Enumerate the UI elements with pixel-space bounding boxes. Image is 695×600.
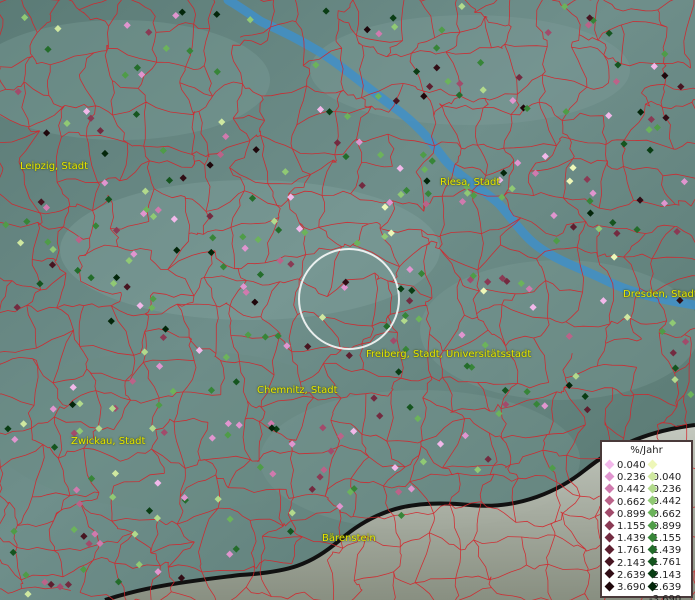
map-svg xyxy=(0,0,695,600)
legend-swatch xyxy=(647,544,658,555)
legend-label: 0.442 xyxy=(617,484,646,496)
legend-item-neg-5: -1.155 xyxy=(647,520,691,544)
legend-item-pos-10: 3.690 xyxy=(604,581,646,594)
legend-item-pos-3: 0.662 xyxy=(604,495,646,509)
legend-item-neg-9: -2.639 xyxy=(647,568,691,593)
legend-swatch xyxy=(647,471,658,482)
city-label-chemnitz: Chemnitz, Stadt xyxy=(257,385,338,396)
legend-swatch xyxy=(604,495,615,506)
city-label-barenstein: Bärenstein xyxy=(322,533,376,544)
legend-item-pos-9: 2.639 xyxy=(604,568,646,582)
legend-item-pos-2: 0.442 xyxy=(604,483,646,496)
legend-item-pos-4: 0.899 xyxy=(604,507,646,521)
legend-item-neg-7: -1.761 xyxy=(647,544,691,568)
legend-swatch xyxy=(604,556,615,567)
legend-item-pos-5: 1.155 xyxy=(604,520,646,533)
legend-item-pos-1: 0.236 xyxy=(604,471,646,484)
legend-label: 3.690 xyxy=(617,582,646,593)
legend-label: 1.439 xyxy=(617,533,646,545)
legend-swatch xyxy=(604,520,615,530)
legend-item-neg-2: -0.442 xyxy=(647,483,691,507)
legend-swatch xyxy=(647,520,658,530)
city-label-zwickau: Zwickau, Stadt xyxy=(71,436,146,447)
legend-swatch xyxy=(647,556,658,567)
legend-label: 1.761 xyxy=(617,545,646,557)
legend-swatch xyxy=(604,483,615,494)
legend-swatch xyxy=(604,581,615,591)
legend-swatch xyxy=(604,544,615,555)
legend-item-neg-3: -0.662 xyxy=(647,495,691,520)
city-label-leipzig: Leipzig, Stadt xyxy=(20,161,89,172)
legend-swatch xyxy=(604,459,615,469)
legend-label: 0.040 xyxy=(617,460,646,471)
city-label-freiberg: Freiberg, Stadt, Universitätsstadt xyxy=(366,349,532,360)
legend-label: 0.236 xyxy=(617,472,646,484)
legend-swatch xyxy=(647,495,658,506)
city-label-riesa: Riesa, Stadt xyxy=(440,177,501,188)
legend-item-neg-6: -1.439 xyxy=(647,532,691,556)
legend-item-neg-10: -3.690 xyxy=(647,581,691,600)
legend-swatch xyxy=(647,483,658,494)
legend-item-neg-1: -0.236 xyxy=(647,471,691,495)
legend-label: 1.155 xyxy=(617,521,646,532)
legend-panel: %/Jahr 0.040 0.236 0.442 0.662 0.899 1.155 1.4… xyxy=(600,440,693,600)
legend-item-pos-6: 1.439 xyxy=(604,532,646,545)
legend-swatch xyxy=(604,471,615,482)
legend-item-neg-8: -2.143 xyxy=(647,556,691,581)
legend-swatch xyxy=(604,532,615,543)
map-canvas[interactable]: Leipzig, Stadt Riesa, Stadt Dresden, Sta… xyxy=(0,0,695,600)
legend-swatch xyxy=(604,568,615,579)
legend-swatch xyxy=(647,568,658,579)
legend-swatch xyxy=(647,581,658,591)
legend-item-pos-7: 1.761 xyxy=(604,544,646,557)
legend-item-neg-0: -0.040 xyxy=(647,459,691,483)
legend-title: %/Jahr xyxy=(630,445,663,456)
legend-label: -3.690 xyxy=(649,594,682,600)
legend-swatch xyxy=(647,532,658,543)
legend-item-neg-4: -0.899 xyxy=(647,507,691,532)
legend-item-pos-0: 0.040 xyxy=(604,459,646,472)
legend-label: 0.662 xyxy=(617,496,646,508)
legend-label: 2.143 xyxy=(617,557,646,569)
legend-label: 0.899 xyxy=(617,508,646,520)
legend-swatch xyxy=(604,507,615,518)
legend-swatch xyxy=(647,459,658,469)
city-label-dresden: Dresden, Stadt xyxy=(623,289,695,300)
legend-swatch xyxy=(647,507,658,518)
legend-label: 2.639 xyxy=(617,569,646,581)
legend-item-pos-8: 2.143 xyxy=(604,556,646,570)
